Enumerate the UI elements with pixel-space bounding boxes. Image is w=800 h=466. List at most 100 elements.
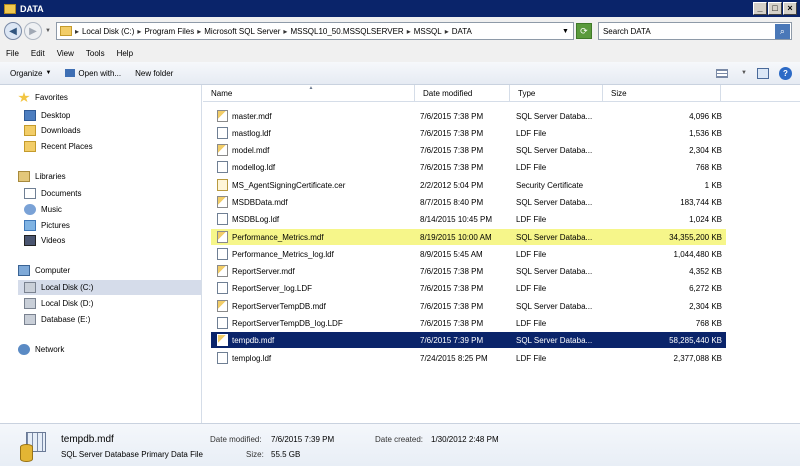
breadcrumb-separator[interactable]: ▸ bbox=[445, 27, 449, 36]
file-name: modellog.ldf bbox=[232, 162, 276, 172]
file-date: 7/6/2015 7:39 PM bbox=[420, 335, 484, 345]
change-view-icon[interactable] bbox=[716, 68, 729, 78]
maximize-button[interactable]: □ bbox=[768, 2, 782, 15]
file-row[interactable]: MSDBData.mdf 8/7/2015 8:40 PM SQL Server… bbox=[211, 194, 726, 210]
file-row[interactable]: mastlog.ldf 7/6/2015 7:38 PM LDF File 1,… bbox=[211, 125, 726, 141]
breadcrumb-item[interactable]: MSSQL bbox=[414, 27, 442, 36]
file-name: MS_AgentSigningCertificate.cer bbox=[232, 180, 346, 190]
nav-item-label: Database (E:) bbox=[41, 315, 91, 324]
column-header-name[interactable]: ▲ Name bbox=[203, 85, 415, 102]
hard-drive-icon bbox=[24, 314, 36, 325]
file-row[interactable]: ReportServer_log.LDF 7/6/2015 7:38 PM LD… bbox=[211, 280, 726, 296]
file-type: LDF File bbox=[516, 128, 547, 138]
file-row-highlighted[interactable]: Performance_Metrics.mdf 8/19/2015 10:00 … bbox=[211, 229, 726, 245]
application-icon bbox=[65, 69, 76, 77]
details-created-label: Date created: bbox=[375, 435, 424, 444]
preview-pane-icon[interactable] bbox=[757, 67, 769, 79]
file-row[interactable]: Performance_Metrics_log.ldf 8/9/2015 5:4… bbox=[211, 246, 726, 262]
open-with-button[interactable]: Open with... bbox=[65, 69, 121, 78]
nav-item-documents[interactable]: Documents bbox=[24, 186, 81, 201]
breadcrumb-separator[interactable]: ▸ bbox=[283, 27, 287, 36]
menu-file[interactable]: File bbox=[6, 49, 19, 58]
file-date: 8/7/2015 8:40 PM bbox=[420, 197, 484, 207]
address-bar[interactable]: ▸ Local Disk (C:) ▸ Program Files ▸ Micr… bbox=[55, 22, 574, 40]
file-size: 2,304 KB bbox=[689, 145, 722, 155]
file-row[interactable]: ReportServer.mdf 7/6/2015 7:38 PM SQL Se… bbox=[211, 263, 726, 279]
navigation-pane: Favorites Desktop Downloads Recent Place… bbox=[0, 85, 202, 423]
star-icon bbox=[18, 92, 30, 103]
nav-item-recent-places[interactable]: Recent Places bbox=[24, 139, 93, 154]
file-name: MSDBData.mdf bbox=[232, 197, 288, 207]
breadcrumb-item[interactable]: MSSQL10_50.MSSQLSERVER bbox=[290, 27, 403, 36]
menu-bar: File Edit View Tools Help bbox=[0, 45, 800, 62]
file-row[interactable]: model.mdf 7/6/2015 7:38 PM SQL Server Da… bbox=[211, 142, 726, 158]
file-type: Security Certificate bbox=[516, 180, 584, 190]
file-date: 2/2/2012 5:04 PM bbox=[420, 180, 484, 190]
organize-button[interactable]: Organize ▼ bbox=[10, 69, 51, 78]
nav-favorites[interactable]: Favorites bbox=[18, 92, 68, 103]
back-button[interactable]: ◀ bbox=[4, 22, 22, 40]
column-header-size[interactable]: Size bbox=[603, 85, 721, 102]
breadcrumb-separator[interactable]: ▸ bbox=[197, 27, 201, 36]
file-date: 8/9/2015 5:45 AM bbox=[420, 249, 483, 259]
nav-item-music[interactable]: Music bbox=[24, 202, 62, 217]
breadcrumb-separator[interactable]: ▸ bbox=[75, 27, 79, 36]
desktop-icon bbox=[24, 110, 36, 121]
nav-item-desktop[interactable]: Desktop bbox=[24, 108, 70, 123]
address-dropdown-icon[interactable]: ▼ bbox=[562, 28, 569, 35]
breadcrumb-item[interactable]: Program Files bbox=[144, 27, 194, 36]
nav-item-database-e[interactable]: Database (E:) bbox=[24, 312, 90, 327]
certificate-icon bbox=[217, 179, 228, 191]
nav-item-local-disk-d[interactable]: Local Disk (D:) bbox=[24, 296, 93, 311]
file-row-selected[interactable]: tempdb.mdf 7/6/2015 7:39 PM SQL Server D… bbox=[211, 332, 726, 348]
forward-button[interactable]: ▶ bbox=[24, 22, 42, 40]
nav-item-videos[interactable]: Videos bbox=[24, 233, 65, 248]
nav-item-local-disk-c[interactable]: Local Disk (C:) bbox=[18, 280, 201, 295]
file-row[interactable]: ReportServerTempDB_log.LDF 7/6/2015 7:38… bbox=[211, 315, 726, 331]
column-header-date[interactable]: Date modified bbox=[415, 85, 510, 102]
file-row[interactable]: templog.ldf 7/24/2015 8:25 PM LDF File 2… bbox=[211, 350, 726, 366]
file-row[interactable]: master.mdf 7/6/2015 7:38 PM SQL Server D… bbox=[211, 108, 726, 124]
minimize-button[interactable]: _ bbox=[753, 2, 767, 15]
details-size-label: Size: bbox=[246, 450, 264, 459]
file-row[interactable]: MSDBLog.ldf 8/14/2015 10:45 PM LDF File … bbox=[211, 211, 726, 227]
breadcrumb-item[interactable]: Local Disk (C:) bbox=[82, 27, 134, 36]
view-options-dropdown[interactable]: ▼ bbox=[741, 70, 747, 76]
nav-group-label: Favorites bbox=[35, 93, 68, 102]
help-icon[interactable]: ? bbox=[779, 66, 792, 80]
file-type: LDF File bbox=[516, 353, 547, 363]
nav-item-pictures[interactable]: Pictures bbox=[24, 218, 70, 233]
menu-view[interactable]: View bbox=[57, 49, 74, 58]
file-date: 7/6/2015 7:38 PM bbox=[420, 145, 484, 155]
nav-libraries[interactable]: Libraries bbox=[18, 171, 66, 182]
search-placeholder: Search DATA bbox=[602, 26, 651, 36]
file-size: 1,044,480 KB bbox=[673, 249, 722, 259]
recent-pages-dropdown[interactable]: ▼ bbox=[45, 28, 51, 34]
nav-item-label: Videos bbox=[41, 236, 66, 245]
nav-computer[interactable]: Computer bbox=[18, 265, 70, 276]
file-row[interactable]: MS_AgentSigningCertificate.cer 2/2/2012 … bbox=[211, 177, 726, 193]
close-button[interactable]: × bbox=[783, 2, 797, 15]
search-icon[interactable]: ⌕ bbox=[774, 23, 790, 39]
nav-network[interactable]: Network bbox=[18, 344, 64, 355]
file-row[interactable]: ReportServerTempDB.mdf 7/6/2015 7:38 PM … bbox=[211, 298, 726, 314]
file-type: SQL Server Databa... bbox=[516, 301, 593, 311]
file-row[interactable]: modellog.ldf 7/6/2015 7:38 PM LDF File 7… bbox=[211, 159, 726, 175]
breadcrumb-item[interactable]: Microsoft SQL Server bbox=[204, 27, 280, 36]
breadcrumb-item[interactable]: DATA bbox=[452, 27, 472, 36]
file-size: 58,285,440 KB bbox=[669, 335, 722, 345]
file-size: 183,744 KB bbox=[680, 197, 722, 207]
refresh-button[interactable]: ⟳ bbox=[575, 23, 592, 39]
menu-help[interactable]: Help bbox=[117, 49, 133, 58]
menu-edit[interactable]: Edit bbox=[31, 49, 45, 58]
breadcrumb-separator[interactable]: ▸ bbox=[407, 27, 411, 36]
menu-tools[interactable]: Tools bbox=[86, 49, 105, 58]
nav-item-downloads[interactable]: Downloads bbox=[24, 123, 81, 138]
column-header-type[interactable]: Type bbox=[510, 85, 603, 102]
file-date: 7/6/2015 7:38 PM bbox=[420, 283, 484, 293]
breadcrumb-separator[interactable]: ▸ bbox=[137, 27, 141, 36]
refresh-icon: ⟳ bbox=[580, 26, 588, 36]
search-input[interactable]: Search DATA ⌕ bbox=[597, 22, 792, 40]
new-folder-button[interactable]: New folder bbox=[135, 69, 173, 78]
window-title: DATA bbox=[20, 3, 44, 14]
